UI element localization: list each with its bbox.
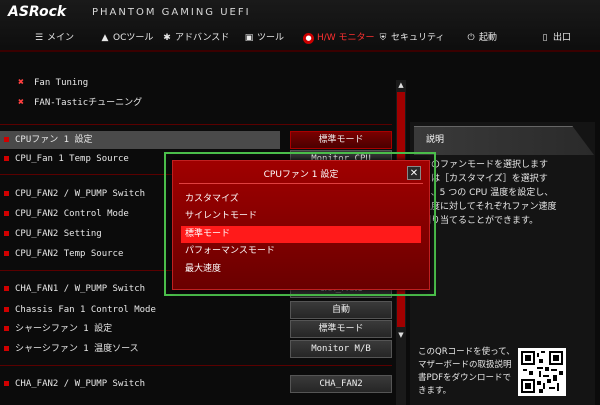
cpu-fan-setting-dialog: CPUファン 1 設定 ✕ カスタマイズ サイレントモード 標準モード パフォー…: [172, 160, 430, 290]
chassis-fan1-control-mode-value[interactable]: 自動: [290, 301, 392, 319]
shield-icon: ⛨: [379, 33, 387, 43]
section-divider: [0, 365, 392, 366]
star-icon: ✱: [163, 33, 171, 43]
option-silent-mode[interactable]: サイレントモード: [181, 208, 421, 225]
bullet-icon: [4, 156, 9, 161]
dialog-divider: [179, 183, 423, 184]
chassis-fan1-temp-source-row[interactable]: シャーシファン 1 温度ソース: [0, 340, 280, 358]
main-nav: ☰ メイン ▲ OCツール ✱ アドバンスド ▣ ツール ● H/W モニター ⛨ セキュリ…: [0, 28, 600, 48]
tab-tools[interactable]: ▣ ツール: [244, 28, 284, 48]
cpu-fan1-setting-row[interactable]: CPUファン 1 設定: [0, 131, 280, 149]
bullet-icon: [4, 191, 9, 196]
bullet-icon: [4, 231, 9, 236]
option-standard-mode[interactable]: 標準モード: [181, 226, 421, 243]
description-title: 説明: [426, 135, 445, 145]
bullet-icon: [4, 211, 9, 216]
cpu-fan1-setting-value[interactable]: 標準モード: [290, 131, 392, 149]
cha-fan2-switch-row[interactable]: CHA_FAN2 / W_PUMP Switch: [0, 375, 280, 393]
close-icon[interactable]: ✕: [407, 166, 421, 180]
bullet-icon: [4, 381, 9, 386]
bullet-icon: [4, 346, 9, 351]
fan-tastic-item[interactable]: ✖ FAN-Tasticチューニング: [0, 94, 392, 112]
tab-advanced[interactable]: ✱ アドバンスド: [162, 28, 229, 48]
header-divider: [0, 50, 600, 52]
brand-subtitle: PHANTOM GAMING UEFI: [92, 7, 251, 18]
top-bar: ASRock PHANTOM GAMING UEFI ☰ メイン ▲ OCツール ✱…: [0, 0, 600, 52]
exit-icon: ▯: [542, 33, 548, 43]
tab-main[interactable]: ☰ メイン: [34, 28, 74, 48]
chassis-fan1-control-mode-row[interactable]: Chassis Fan 1 Control Mode: [0, 301, 280, 319]
qr-caption: このQRコードを使って、マザーボードの取扱説明書PDFをダウンロードできます。: [418, 347, 515, 396]
qr-code-icon: [518, 348, 566, 396]
power-icon: ⏻: [467, 33, 475, 43]
tab-exit[interactable]: ▯ 出口: [540, 28, 572, 48]
option-customize[interactable]: カスタマイズ: [181, 191, 421, 208]
description-text: ンのファンモードを選択します たは［カスタマイズ］を選択す と、5 つの CPU…: [422, 160, 557, 226]
tab-security[interactable]: ⛨ セキュリティ: [378, 28, 445, 48]
scroll-down-icon[interactable]: ▼: [396, 330, 406, 340]
bullet-icon: [4, 286, 9, 291]
chassis-fan1-setting-row[interactable]: シャーシファン 1 設定: [0, 320, 280, 338]
tab-hw-monitor[interactable]: ● H/W モニター: [303, 28, 375, 48]
fan-tuning-item[interactable]: ✖ Fan Tuning: [0, 74, 392, 92]
option-full-speed[interactable]: 最大速度: [181, 261, 421, 278]
brand-logo: ASRock: [8, 4, 67, 20]
toolbox-icon: ▣: [244, 33, 254, 43]
dialog-title: CPUファン 1 設定: [263, 170, 339, 180]
monitor-icon: ●: [303, 33, 314, 44]
bullet-icon: [4, 251, 9, 256]
menu-icon: ☰: [34, 33, 44, 43]
cha-fan2-switch-value[interactable]: CHA_FAN2: [290, 375, 392, 393]
wrench-icon: ✖: [18, 97, 25, 108]
flame-icon: ▲: [101, 33, 109, 43]
tab-boot[interactable]: ⏻ 起動: [466, 28, 497, 48]
option-performance-mode[interactable]: パフォーマンスモード: [181, 243, 421, 260]
scroll-up-icon[interactable]: ▲: [396, 80, 406, 90]
tab-oc-tools[interactable]: ▲ OCツール: [100, 28, 154, 48]
section-divider: [0, 124, 392, 125]
wrench-icon: ✖: [18, 77, 25, 88]
bullet-icon: [4, 137, 9, 142]
bullet-icon: [4, 307, 9, 312]
chassis-fan1-setting-value[interactable]: 標準モード: [290, 320, 392, 338]
bullet-icon: [4, 326, 9, 331]
chassis-fan1-temp-source-value[interactable]: Monitor M/B: [290, 340, 392, 358]
